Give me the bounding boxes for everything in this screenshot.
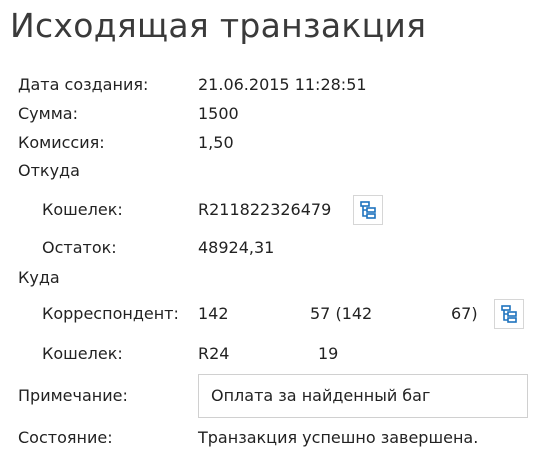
note-field: Оплата за найденный баг xyxy=(198,374,528,418)
created-value: 21.06.2015 11:28:51 xyxy=(198,75,367,94)
fee-row: Комиссия: 1,50 xyxy=(0,128,550,158)
to-wallet-value: R24 19 xyxy=(198,339,398,369)
status-label: Состояние: xyxy=(18,428,113,447)
created-row: Дата создания: 21.06.2015 11:28:51 xyxy=(0,70,550,100)
amount-label: Сумма: xyxy=(18,104,78,123)
from-wallet-row: Кошелек: R211822326479 xyxy=(0,195,550,225)
hierarchy-icon xyxy=(501,305,517,323)
to-wallet-row: Кошелек: R24 19 xyxy=(0,339,550,369)
page-title: Исходящая транзакция xyxy=(10,6,427,45)
correspondent-label: Корреспондент: xyxy=(42,304,179,323)
from-section-label: Откуда xyxy=(18,161,80,180)
correspondent-value: 142 57 (142 67) xyxy=(198,299,488,329)
balance-row: Остаток: 48924,31 xyxy=(0,233,550,263)
note-label: Примечание: xyxy=(18,386,128,405)
fee-value: 1,50 xyxy=(198,133,234,152)
created-label: Дата создания: xyxy=(18,75,149,94)
correspondent-part-3: 67) xyxy=(451,304,478,323)
amount-value: 1500 xyxy=(198,104,239,123)
correspondent-part-2: 57 (142 xyxy=(310,304,373,323)
fee-label: Комиссия: xyxy=(18,133,105,152)
correspondent-details-button[interactable] xyxy=(494,299,524,329)
to-section-row: Куда xyxy=(0,263,550,293)
balance-label: Остаток: xyxy=(42,238,117,257)
from-wallet-value: R211822326479 xyxy=(198,200,332,219)
from-section-row: Откуда xyxy=(0,156,550,186)
to-section-label: Куда xyxy=(18,268,60,287)
from-wallet-label: Кошелек: xyxy=(42,200,123,219)
wallet-details-button[interactable] xyxy=(353,195,383,225)
to-wallet-part-1: R24 xyxy=(198,344,230,363)
amount-row: Сумма: 1500 xyxy=(0,99,550,129)
transaction-page: Исходящая транзакция Дата создания: 21.0… xyxy=(0,0,550,458)
correspondent-part-1: 142 xyxy=(198,304,229,323)
status-value: Транзакция успешно завершена. xyxy=(198,428,479,447)
status-row: Состояние: Транзакция успешно завершена. xyxy=(0,423,550,453)
hierarchy-icon xyxy=(360,201,376,219)
correspondent-row: Корреспондент: 142 57 (142 67) xyxy=(0,299,550,329)
to-wallet-label: Кошелек: xyxy=(42,344,123,363)
balance-value: 48924,31 xyxy=(198,238,275,257)
to-wallet-part-2: 19 xyxy=(318,344,339,363)
